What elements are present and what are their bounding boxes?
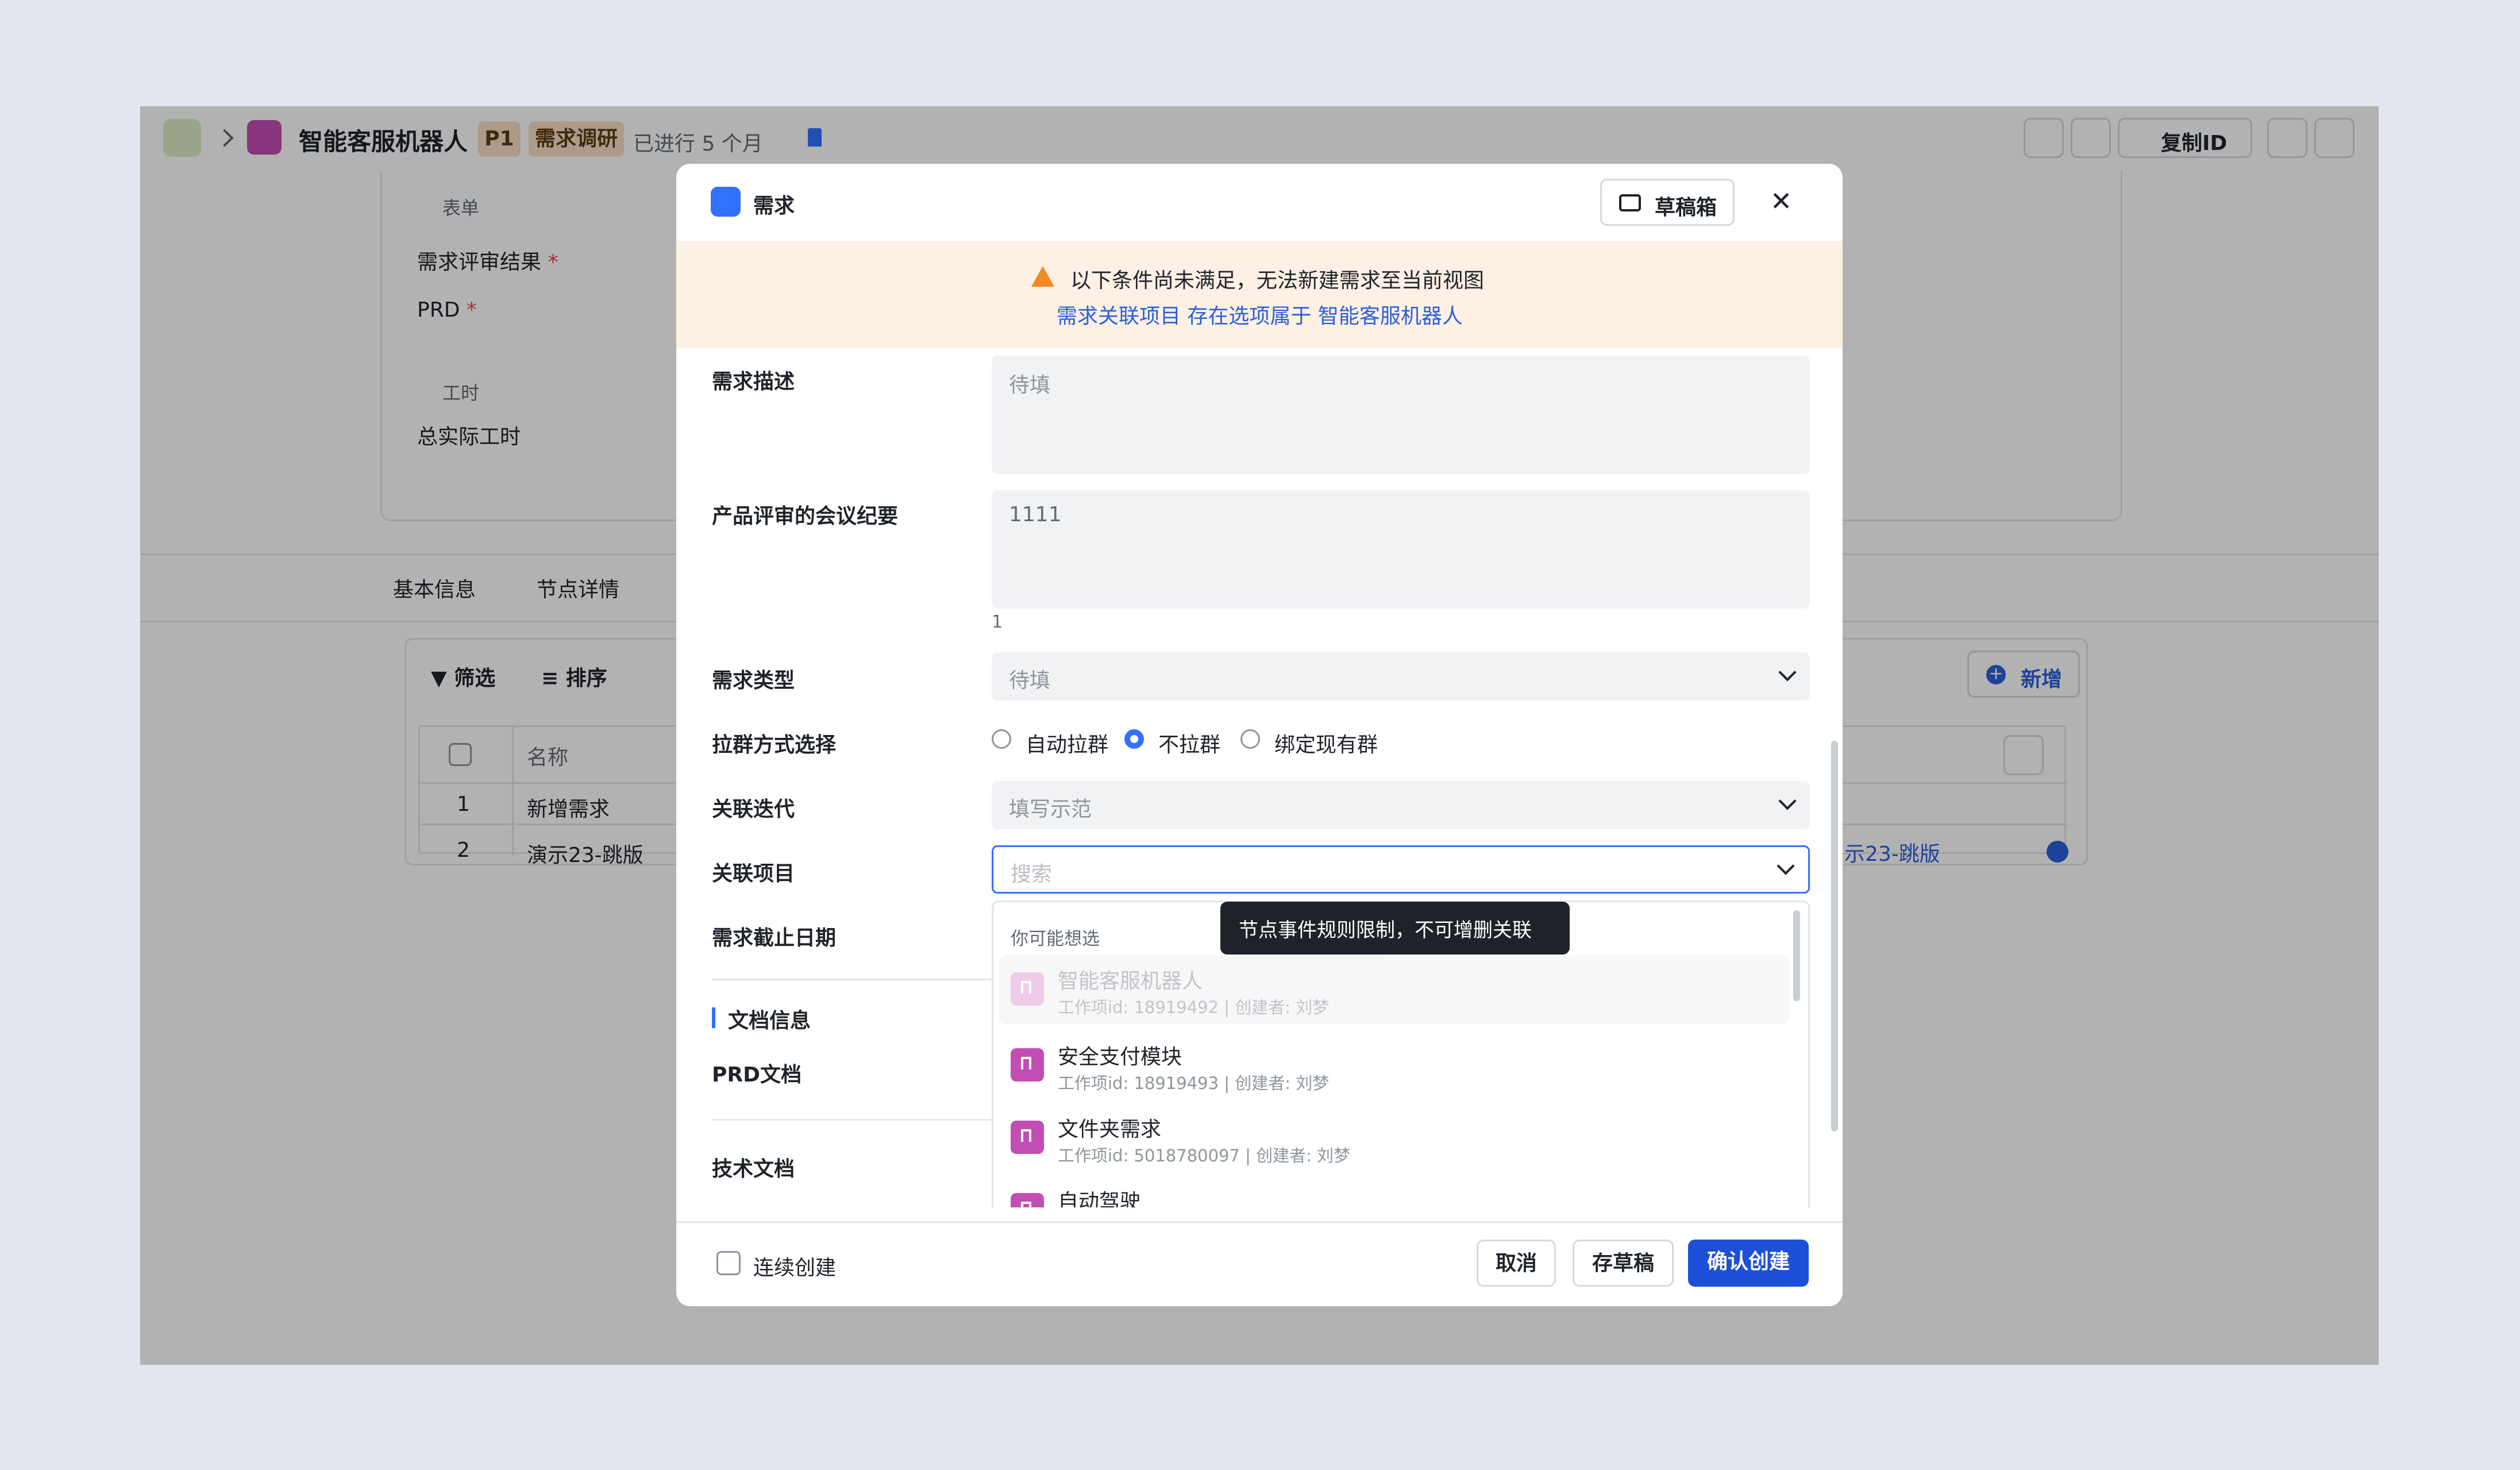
item-meta: 工作项id: 5018780097 | 创建者: 刘梦 <box>1058 1146 1351 1165</box>
item-title: 文件夹需求 <box>1058 1118 1162 1141</box>
radio-no-group-label[interactable]: 不拉群 <box>1158 728 1220 758</box>
meeting-minutes-value: 1111 <box>1009 503 1062 526</box>
radio-bind-group[interactable] <box>1240 729 1260 749</box>
meeting-minutes-textarea[interactable]: 1111 <box>992 490 1810 609</box>
item-meta: 工作项id: 18919492 | 创建者: 刘梦 <box>1058 998 1330 1017</box>
warning-text: 以下条件尚未满足，无法新建需求至当前视图 <box>1070 269 1485 293</box>
divider <box>712 979 999 980</box>
project-search-placeholder: 搜索 <box>1011 863 1053 886</box>
requirement-icon <box>1011 972 1044 1006</box>
item-meta: 工作项id: 18919493 | 创建者: 刘梦 <box>1058 1073 1330 1093</box>
requirement-icon <box>1011 1121 1044 1154</box>
save-draft-button[interactable]: 存草稿 <box>1573 1240 1674 1287</box>
group-method-label: 拉群方式选择 <box>712 733 837 757</box>
list-item[interactable]: 安全支付模块 工作项id: 18919493 | 创建者: 刘梦 <box>993 1031 1795 1100</box>
type-select[interactable]: 待填 <box>992 652 1810 701</box>
iteration-placeholder: 填写示范 <box>1009 798 1092 821</box>
chevron-down-icon <box>1778 792 1797 810</box>
meeting-minutes-label: 产品评审的会议纪要 <box>712 505 899 528</box>
item-title: 自动驾驶 <box>1058 1190 1141 1207</box>
list-item[interactable]: 文件夹需求 工作项id: 5018780097 | 创建者: 刘梦 <box>993 1103 1795 1172</box>
warning-banner: 以下条件尚未满足，无法新建需求至当前视图 需求关联项目 存在选项属于 智能客服机… <box>676 241 1843 348</box>
list-item[interactable]: 自动驾驶 <box>993 1176 1795 1207</box>
create-requirement-modal: 需求 草稿箱 ✕ 以下条件尚未满足，无法新建需求至当前视图 需求关联项目 存在选… <box>676 164 1843 1306</box>
list-item: 智能客服机器人 工作项id: 18919492 | 创建者: 刘梦 <box>999 955 1790 1024</box>
drafts-label: 草稿箱 <box>1655 196 1717 220</box>
tooltip-text: 节点事件规则限制，不可增删关联 <box>1239 919 1532 942</box>
warning-link[interactable]: 需求关联项目 存在选项属于 智能客服机器人 <box>1057 299 1463 329</box>
cancel-button[interactable]: 取消 <box>1477 1240 1556 1287</box>
type-placeholder: 待填 <box>1009 669 1051 692</box>
continuous-create-label[interactable]: 连续创建 <box>753 1251 836 1281</box>
radio-auto-group[interactable] <box>992 729 1011 749</box>
section-marker <box>712 1007 715 1028</box>
modal-close-icon[interactable]: ✕ <box>1767 187 1795 216</box>
type-label: 需求类型 <box>712 669 795 692</box>
requirement-icon <box>1011 1048 1044 1082</box>
description-placeholder: 待填 <box>1009 374 1051 397</box>
radio-no-group[interactable] <box>1124 729 1144 749</box>
drafts-button[interactable]: 草稿箱 <box>1600 179 1735 226</box>
requirement-icon <box>1011 1193 1044 1207</box>
item-title: 安全支付模块 <box>1058 1045 1182 1069</box>
requirement-icon <box>711 187 741 217</box>
modal-scrollbar[interactable] <box>1831 741 1838 1132</box>
confirm-create-button[interactable]: 确认创建 <box>1688 1240 1809 1287</box>
radio-bind-group-label[interactable]: 绑定现有群 <box>1274 728 1378 758</box>
continuous-create-checkbox[interactable] <box>716 1251 741 1275</box>
warning-icon <box>1031 266 1054 287</box>
project-search-input[interactable]: 搜索 <box>992 845 1810 894</box>
divider <box>712 1119 999 1121</box>
project-label: 关联项目 <box>712 862 795 886</box>
tech-doc-label: 技术文档 <box>712 1157 795 1181</box>
chevron-down-icon <box>1778 663 1797 682</box>
chevron-down-icon <box>1777 857 1795 875</box>
suggest-label: 你可能想选 <box>1011 929 1100 949</box>
prd-doc-label: PRD文档 <box>712 1063 802 1087</box>
item-title: 智能客服机器人 <box>1058 969 1203 993</box>
iteration-label: 关联迭代 <box>712 798 795 821</box>
doc-section-title: 文档信息 <box>728 1009 811 1033</box>
inbox-icon <box>1619 194 1641 211</box>
description-textarea[interactable]: 待填 <box>992 356 1810 474</box>
deadline-label: 需求截止日期 <box>712 926 837 950</box>
char-counter: 1 <box>992 612 1003 632</box>
iteration-select[interactable]: 填写示范 <box>992 781 1810 829</box>
modal-title: 需求 <box>753 194 795 218</box>
radio-auto-group-label[interactable]: 自动拉群 <box>1026 728 1108 758</box>
dropdown-scrollbar[interactable] <box>1793 910 1800 1001</box>
divider <box>676 1221 1843 1223</box>
description-label: 需求描述 <box>712 370 795 394</box>
tooltip: 节点事件规则限制，不可增删关联 <box>1220 902 1570 955</box>
